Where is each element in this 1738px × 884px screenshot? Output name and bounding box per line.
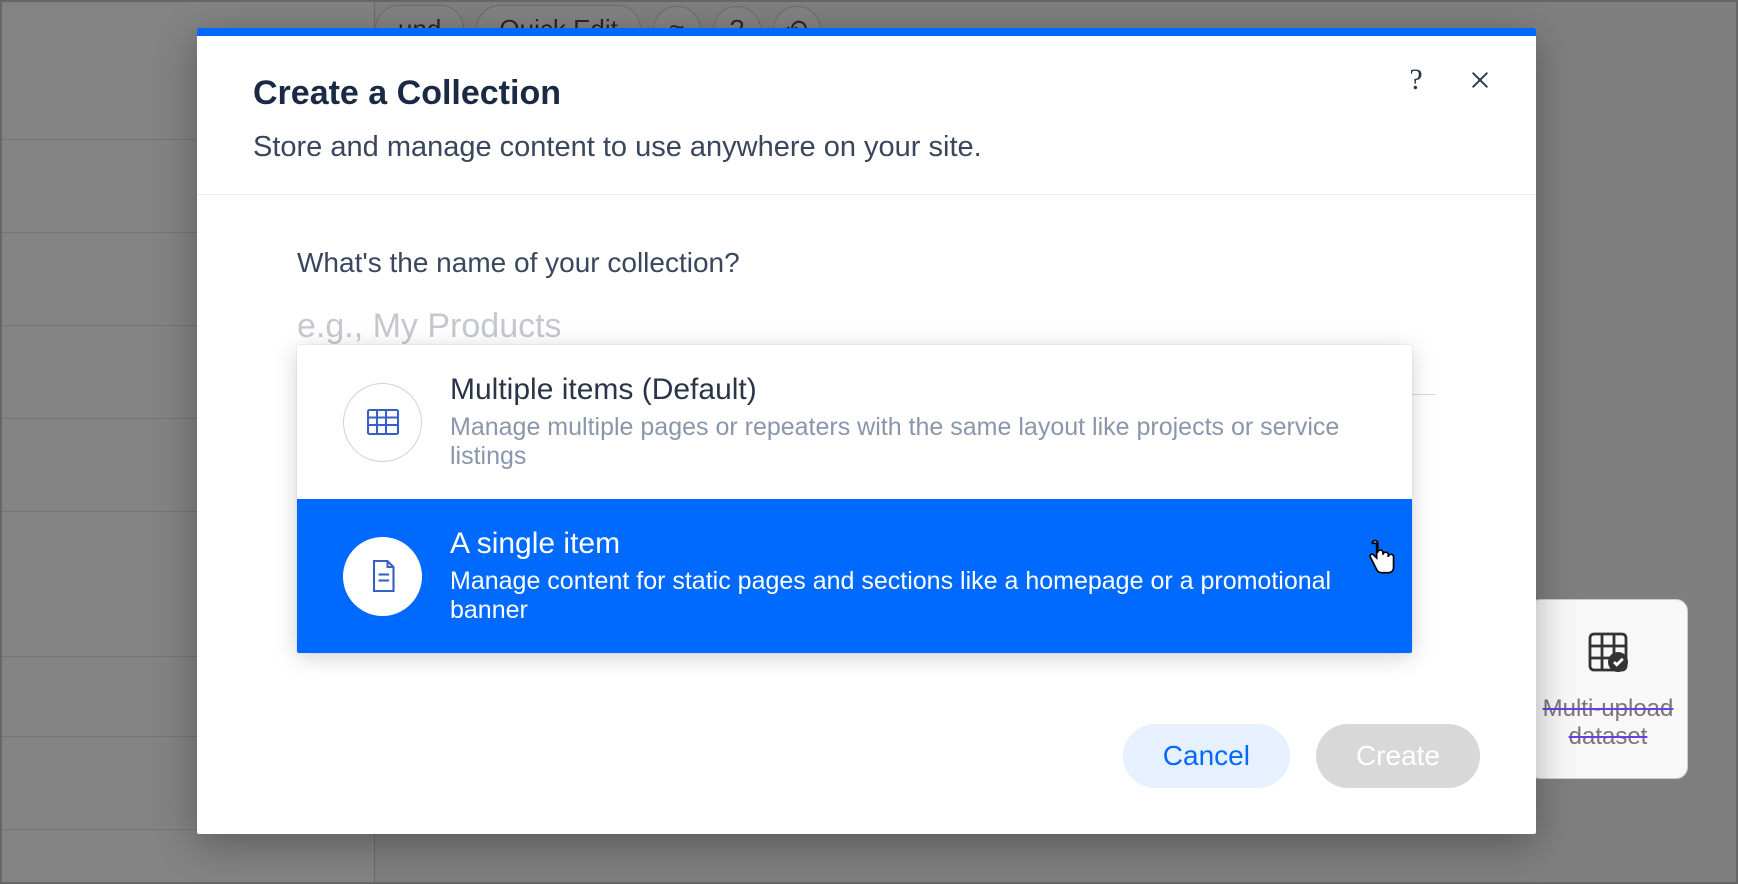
- create-collection-modal: Create a Collection Store and manage con…: [197, 28, 1536, 834]
- grid-icon: [1584, 628, 1632, 687]
- modal-header: Create a Collection Store and manage con…: [197, 36, 1536, 195]
- modal-topbar: [197, 28, 1536, 36]
- create-button[interactable]: Create: [1316, 724, 1480, 788]
- collection-name-label: What's the name of your collection?: [297, 247, 1436, 279]
- option-multiple-items[interactable]: Multiple items (Default) Manage multiple…: [297, 345, 1412, 499]
- option-title: A single item: [450, 527, 1366, 561]
- modal-title: Create a Collection: [253, 74, 1480, 113]
- bg-floating-label: Multi-upload dataset: [1539, 695, 1677, 751]
- option-desc: Manage content for static pages and sect…: [450, 567, 1366, 625]
- grid-icon: [343, 383, 422, 462]
- cancel-button[interactable]: Cancel: [1123, 724, 1290, 788]
- option-title: Multiple items (Default): [450, 373, 1366, 407]
- option-desc: Manage multiple pages or repeaters with …: [450, 413, 1366, 471]
- cursor-hand-icon: [1366, 539, 1400, 582]
- modal-footer: Cancel Create: [197, 700, 1536, 834]
- modal-subtitle: Store and manage content to use anywhere…: [253, 131, 1480, 164]
- close-icon[interactable]: [1460, 60, 1500, 100]
- modal-body: What's the name of your collection?: [197, 195, 1536, 700]
- document-icon: [343, 537, 422, 616]
- bg-floating-panel: Multi-upload dataset: [1528, 599, 1688, 779]
- option-single-item[interactable]: A single item Manage content for static …: [297, 499, 1412, 653]
- collection-type-dropdown: Multiple items (Default) Manage multiple…: [297, 345, 1412, 653]
- help-icon[interactable]: ?: [1396, 60, 1436, 100]
